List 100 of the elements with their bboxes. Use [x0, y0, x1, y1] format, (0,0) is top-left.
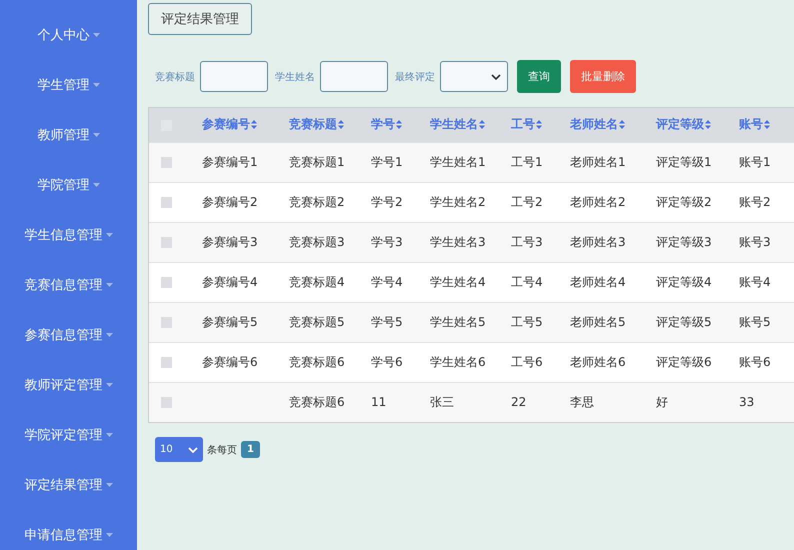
query-button[interactable]: 查询	[517, 60, 561, 93]
checkbox[interactable]	[161, 277, 172, 288]
table-cell: 学号6	[371, 354, 403, 368]
caret-icon	[106, 383, 112, 387]
column-header[interactable]: 工号	[511, 116, 542, 134]
sidebar-item[interactable]: 学院评定管理	[0, 410, 137, 460]
table-cell: 工号5	[511, 314, 543, 328]
sidebar-item[interactable]: 参赛信息管理	[0, 310, 137, 360]
caret-icon	[92, 83, 100, 87]
table-cell: 评定等级2	[656, 194, 712, 208]
sidebar-item[interactable]: 学院管理	[0, 160, 137, 210]
caret-icon	[106, 533, 112, 537]
table-cell: 竞赛标题3	[289, 234, 345, 248]
table-cell: 学生姓名2	[430, 194, 486, 208]
table-cell: 张三	[430, 394, 454, 409]
page-title-button[interactable]: 评定结果管理	[148, 3, 252, 35]
caret-icon	[106, 233, 112, 237]
table-cell: 参赛编号2	[202, 194, 258, 208]
table-cell: 评定等级6	[656, 354, 712, 368]
page-button[interactable]: 1	[241, 441, 260, 458]
column-header[interactable]: 学生姓名	[430, 116, 485, 134]
column-header[interactable]: 参赛编号	[202, 116, 257, 134]
table-cell: 竞赛标题1	[289, 154, 345, 168]
input-field[interactable]	[200, 61, 268, 92]
sidebar-item[interactable]: 教师评定管理	[0, 360, 137, 410]
caret-icon	[106, 433, 112, 437]
table-cell: 账号6	[739, 354, 771, 368]
sort-icon	[536, 120, 542, 130]
sort-icon	[479, 120, 485, 130]
table-cell: 老师姓名1	[570, 154, 626, 168]
column-header[interactable]: 评定等级	[656, 116, 711, 134]
sidebar-item[interactable]: 申请信息管理	[0, 510, 137, 550]
sidebar-item[interactable]: 评定结果管理	[0, 460, 137, 510]
column-header[interactable]: 学号	[371, 116, 402, 134]
table-cell: 33	[739, 395, 754, 410]
sidebar-item[interactable]: 教师管理	[0, 110, 137, 160]
table-cell: 老师姓名4	[570, 274, 626, 288]
page-size-select[interactable]: 10	[155, 437, 203, 462]
sidebar-item[interactable]: 学生管理	[0, 60, 137, 110]
table-cell: 工号2	[511, 194, 543, 208]
caret-icon	[106, 483, 112, 487]
table-cell: 账号5	[739, 314, 771, 328]
table-cell: 工号4	[511, 274, 543, 288]
table-cell: 学号2	[371, 194, 403, 208]
checkbox[interactable]	[161, 157, 172, 168]
checkbox[interactable]	[161, 397, 172, 408]
table-cell: 参赛编号1	[202, 154, 258, 168]
sidebar-item[interactable]: 个人中心	[0, 10, 137, 60]
table-cell: 22	[511, 395, 526, 410]
table-cell: 老师姓名2	[570, 194, 626, 208]
field-label: 竞赛标题	[155, 70, 195, 84]
table-cell: 账号4	[739, 274, 771, 288]
sidebar-item[interactable]: 学生信息管理	[0, 210, 137, 260]
table-cell: 评定等级5	[656, 314, 712, 328]
table-cell: 学号5	[371, 314, 403, 328]
table-cell: 参赛编号4	[202, 274, 258, 288]
table-cell: 李思	[570, 394, 594, 409]
chevron-icon	[188, 446, 198, 452]
checkbox[interactable]	[161, 357, 172, 368]
sort-icon	[619, 120, 625, 130]
table-cell: 账号1	[739, 154, 771, 168]
caret-icon	[92, 33, 100, 37]
table-cell: 竞赛标题2	[289, 194, 345, 208]
table-cell: 老师姓名5	[570, 314, 626, 328]
table-cell: 学生姓名4	[430, 274, 486, 288]
column-header[interactable]: 账号	[739, 116, 770, 134]
input-field[interactable]	[320, 61, 388, 92]
table-cell: 学号1	[371, 154, 403, 168]
table-cell: 工号1	[511, 154, 543, 168]
table-cell: 学生姓名1	[430, 154, 486, 168]
table-cell: 工号3	[511, 234, 543, 248]
caret-icon	[92, 183, 100, 187]
table-cell: 评定等级3	[656, 234, 712, 248]
checkbox[interactable]	[161, 317, 172, 328]
sort-icon	[396, 120, 402, 130]
table-cell: 评定等级1	[656, 154, 712, 168]
sort-icon	[251, 120, 257, 130]
caret-icon	[92, 133, 100, 137]
checkbox[interactable]	[161, 197, 172, 208]
table-cell: 竞赛标题6	[289, 394, 345, 409]
field-label: 最终评定	[395, 70, 435, 84]
delete-button[interactable]: 批量删除	[570, 60, 636, 93]
table-cell: 参赛编号3	[202, 234, 258, 248]
table-cell: 好	[656, 394, 668, 409]
table-cell: 学号3	[371, 234, 403, 248]
table-cell: 竞赛标题6	[289, 354, 345, 368]
table-cell: 参赛编号5	[202, 314, 258, 328]
per-page-label: 条每页	[207, 444, 237, 456]
table-cell: 学生姓名6	[430, 354, 486, 368]
table-cell: 学号4	[371, 274, 403, 288]
sidebar-item[interactable]: 竞赛信息管理	[0, 260, 137, 310]
sort-icon	[705, 120, 711, 130]
select-field[interactable]	[440, 61, 508, 92]
table-cell: 评定等级4	[656, 274, 712, 288]
table-cell: 参赛编号6	[202, 354, 258, 368]
checkbox[interactable]	[161, 237, 172, 248]
column-header[interactable]: 老师姓名	[570, 116, 625, 134]
column-header[interactable]: 竞赛标题	[289, 116, 344, 134]
table-cell: 竞赛标题5	[289, 314, 345, 328]
table-cell: 工号6	[511, 354, 543, 368]
